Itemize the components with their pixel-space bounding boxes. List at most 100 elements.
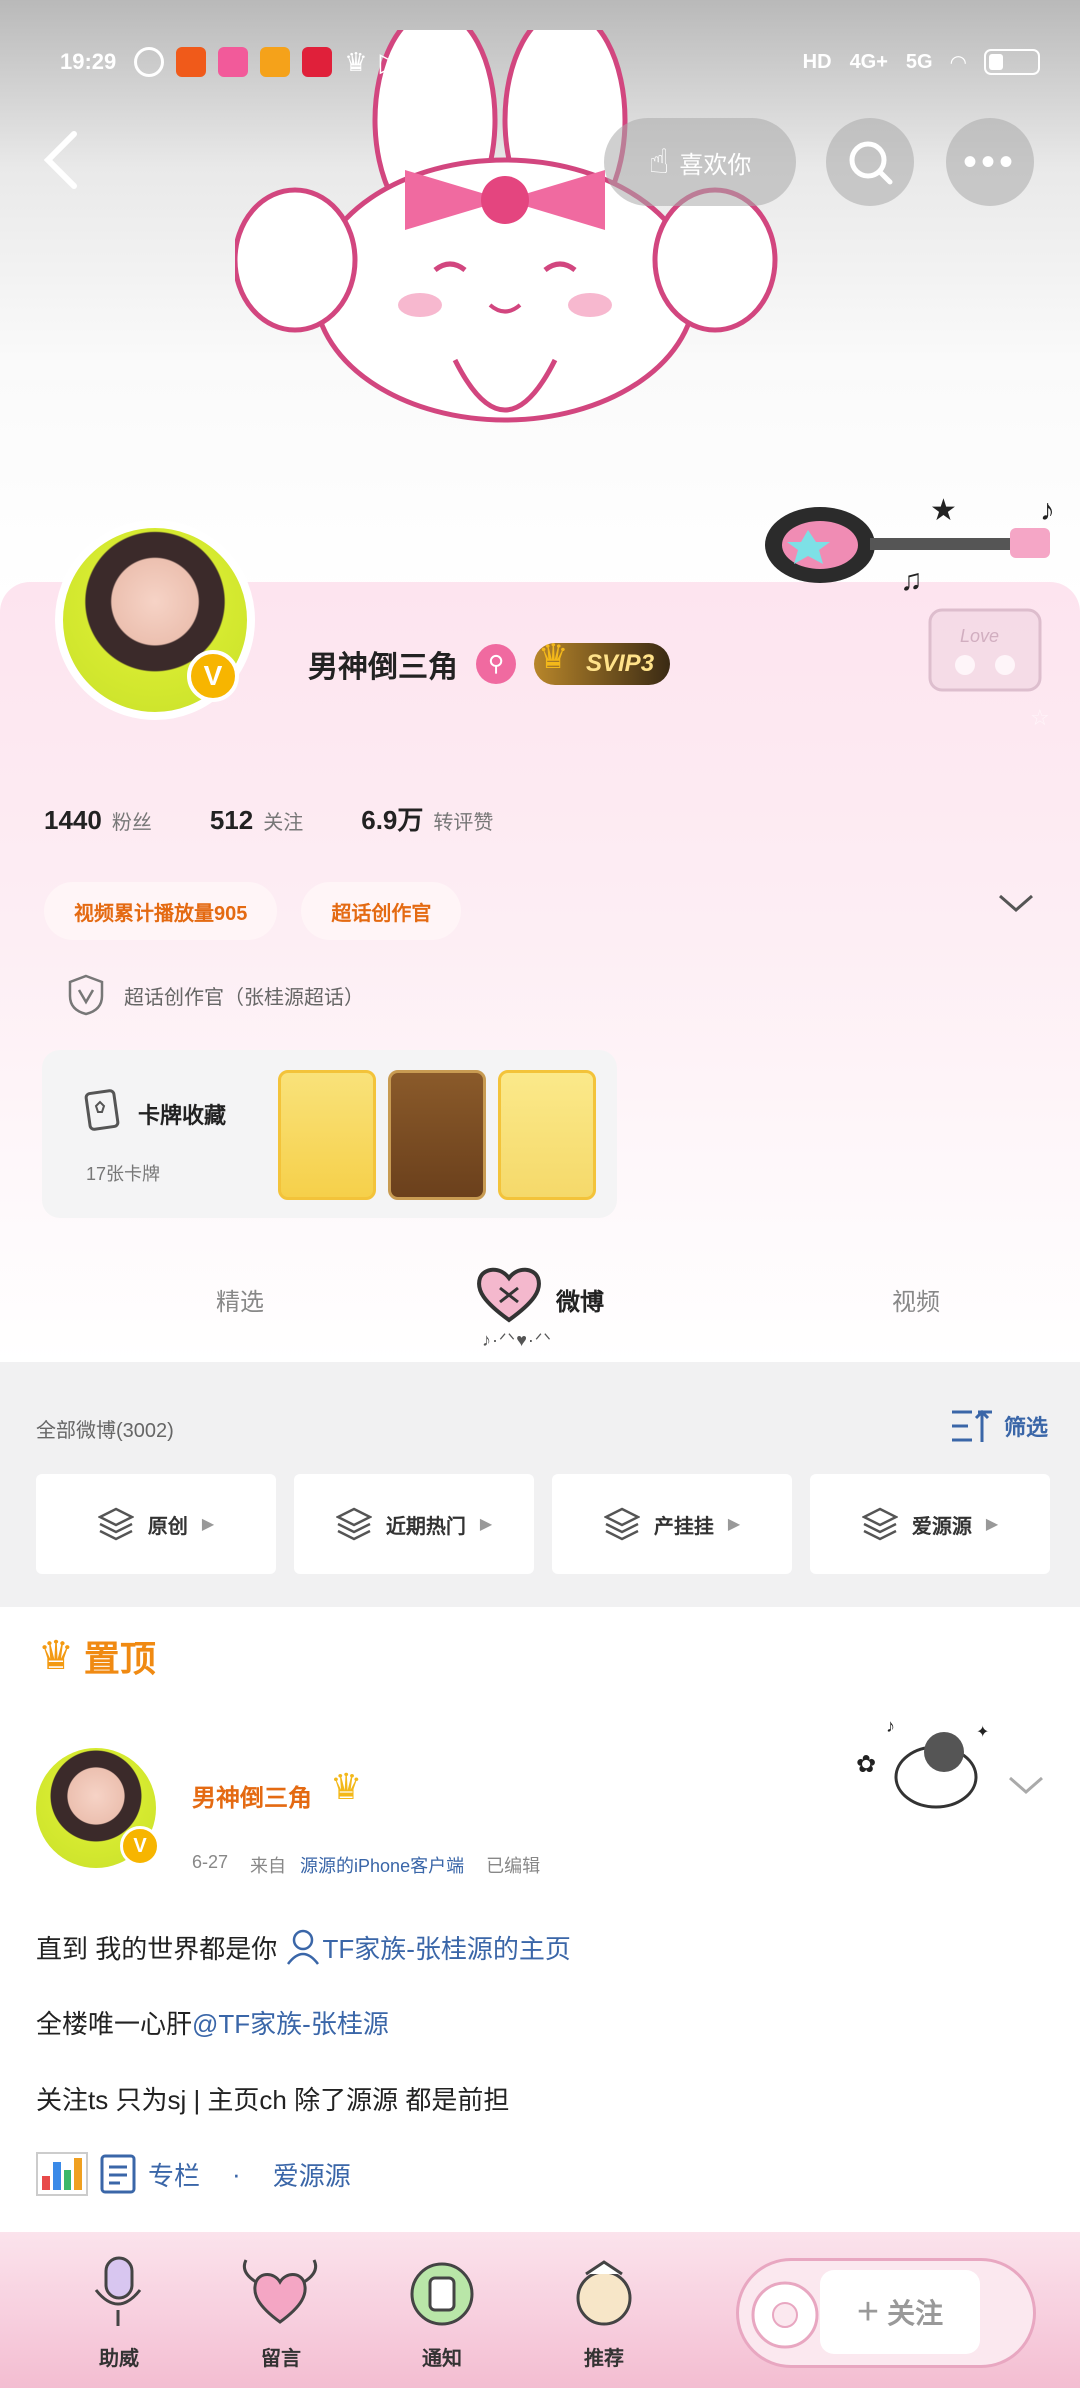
vip-crown-icon: ♛ xyxy=(330,1766,363,1807)
chip-original[interactable]: 原创 ▶ xyxy=(36,1474,276,1574)
back-button[interactable] xyxy=(40,128,100,198)
user-icon xyxy=(287,1929,320,1965)
nav-notifications[interactable]: 通知 xyxy=(422,2342,462,2371)
nav-messages[interactable]: 留言 xyxy=(261,2342,301,2371)
chip-ai-yuanyuan[interactable]: 爱源源 ▶ xyxy=(810,1474,1050,1574)
stat-interactions[interactable]: 6.9万 转评赞 xyxy=(361,800,493,837)
heart-icon xyxy=(477,1267,541,1323)
chip-chan-guagua[interactable]: 产挂挂 ▶ xyxy=(552,1474,792,1574)
cassette-sticker-icon: Love ☆ xyxy=(928,608,1050,730)
feed-category-chips: 原创 ▶ 近期热门 ▶ 产挂挂 ▶ 爱源源 ▶ xyxy=(36,1474,1050,1574)
profile-tags: 视频累计播放量905 超话创作官 xyxy=(44,882,462,940)
svg-text:✦: ✦ xyxy=(976,1724,989,1741)
post-source[interactable]: 源源的iPhone客户端 xyxy=(300,1852,464,1878)
filter-button[interactable]: 筛选 xyxy=(950,1408,1048,1444)
hd-icon: HD xyxy=(802,50,832,73)
profile-avatar[interactable]: V xyxy=(55,520,275,740)
post-menu-button[interactable] xyxy=(1006,1770,1046,1809)
tab-weibo[interactable]: 微博 xyxy=(556,1282,604,1317)
notification-icons: ♛ ▷ ⊘ xyxy=(134,47,433,78)
battery-icon xyxy=(984,49,1040,75)
stat-following[interactable]: 512 关注 xyxy=(210,805,303,836)
expand-profile-button[interactable] xyxy=(996,888,1036,928)
layers-icon xyxy=(335,1507,372,1541)
profile-link[interactable]: TF家族-张桂源的主页 xyxy=(322,1934,570,1964)
app-youku-icon xyxy=(260,47,291,77)
follow-label: 关注 xyxy=(887,2298,944,2329)
more-dots-icon: ••• xyxy=(962,139,1017,184)
post-author-name[interactable]: 男神倒三角 xyxy=(192,1778,312,1813)
chevron-down-icon xyxy=(1009,1776,1043,1794)
collectible-card-3[interactable] xyxy=(498,1070,596,1200)
svg-text:✿: ✿ xyxy=(856,1751,876,1778)
link-icon: ⊘ xyxy=(411,46,434,77)
post-author-avatar[interactable]: V xyxy=(36,1748,160,1868)
chip-label: 产挂挂 xyxy=(653,1515,714,1538)
column-link[interactable]: 专栏 xyxy=(148,2156,200,2193)
chip-recent-hot[interactable]: 近期热门 ▶ xyxy=(294,1474,534,1574)
certification-row[interactable]: 超话创作官（张桂源超话） xyxy=(68,974,364,1016)
tag-video-plays[interactable]: 视频累计播放量905 xyxy=(44,882,278,940)
bunny-sticker-image xyxy=(235,30,778,423)
avatar-image: V xyxy=(55,520,255,720)
bar-chart-icon xyxy=(36,2152,88,2196)
stat-label: 粉丝 xyxy=(111,812,152,834)
post-line-2: 全楼唯一心肝@TF家族-张桂源 xyxy=(36,2004,389,2041)
caret-right-icon: ▶ xyxy=(479,1516,493,1533)
follow-button[interactable]: + 关注 xyxy=(820,2270,980,2354)
post-meta: 6-27 来自 源源的iPhone客户端 已编辑 xyxy=(192,1852,540,1878)
post-edited: 已编辑 xyxy=(486,1856,541,1876)
plus-icon: + xyxy=(856,2290,880,2333)
stat-label: 转评赞 xyxy=(433,812,494,834)
all-posts-count: 全部微博(3002) xyxy=(36,1420,174,1442)
app-pink-icon xyxy=(218,47,249,77)
chip-label: 近期热门 xyxy=(385,1515,466,1538)
status-time: 19:29 xyxy=(60,49,117,74)
svg-text:♫: ♫ xyxy=(900,564,923,597)
crown-icon: ♛ xyxy=(344,46,368,77)
mention-link[interactable]: @TF家族-张桂源 xyxy=(192,2009,389,2039)
ai-yuanyuan-link[interactable]: 爱源源 xyxy=(273,2156,351,2193)
svg-text:☆: ☆ xyxy=(1030,705,1050,730)
bottom-bar: 助威 留言 通知 推荐 + 关注 xyxy=(0,2232,1080,2388)
wifi-icon: ◠ xyxy=(950,51,966,74)
tag-super-creator[interactable]: 超话创作官 xyxy=(301,882,462,940)
like-you-button[interactable]: ☝ 喜欢你 xyxy=(604,118,796,206)
verified-v-badge: V xyxy=(187,650,239,702)
svg-text:♪: ♪ xyxy=(1040,494,1055,527)
collectible-card-2[interactable] xyxy=(388,1070,486,1200)
layers-icon xyxy=(861,1507,898,1541)
notification-device-icon xyxy=(410,2262,474,2326)
stat-number: 6.9万 xyxy=(361,805,424,835)
more-button[interactable]: ••• xyxy=(946,118,1034,206)
play-icon: ▷ xyxy=(379,46,400,77)
nav-cheer[interactable]: 助威 xyxy=(99,2342,139,2371)
post-text: 直到 我的世界都是你 xyxy=(36,1934,278,1964)
like-you-label: 喜欢你 xyxy=(679,151,752,179)
super-topic-badge-icon[interactable]: ⚲ xyxy=(476,644,516,684)
tab-featured[interactable]: 精选 xyxy=(216,1282,264,1317)
pinned-label: 置顶 xyxy=(83,1638,156,1679)
crown-icon: ♛ xyxy=(538,638,569,676)
stat-followers[interactable]: 1440 粉丝 xyxy=(44,805,152,836)
svip-badge[interactable]: ♛ SVIP3 xyxy=(534,638,671,685)
microphone-icon xyxy=(94,2256,142,2326)
card-collection[interactable]: 卡牌收藏 17张卡牌 xyxy=(42,1050,617,1218)
app-orange-icon xyxy=(176,47,207,77)
chip-label: 爱源源 xyxy=(911,1515,972,1538)
feed-header: 全部微博(3002) 筛选 原创 ▶ 近期热门 ▶ 产挂挂 ▶ 爱源源 ▶ xyxy=(0,1362,1080,1607)
shield-v-icon xyxy=(68,974,104,1016)
filter-label: 筛选 xyxy=(1004,1415,1049,1440)
post-date: 6-27 xyxy=(192,1852,229,1872)
tab-video[interactable]: 视频 xyxy=(892,1282,940,1317)
svip-label: SVIP3 xyxy=(586,650,655,677)
chevron-down-icon xyxy=(999,894,1033,912)
gamepad-dial-icon xyxy=(751,2281,819,2349)
collectible-card-1[interactable] xyxy=(278,1070,376,1200)
nav-recommend[interactable]: 推荐 xyxy=(584,2342,624,2371)
pinned-header: ♛ 置顶 xyxy=(38,1630,156,1682)
caret-right-icon: ▶ xyxy=(201,1516,215,1533)
stat-number: 1440 xyxy=(44,805,102,835)
search-button[interactable] xyxy=(826,118,914,206)
verified-v-badge: V xyxy=(120,1826,160,1866)
